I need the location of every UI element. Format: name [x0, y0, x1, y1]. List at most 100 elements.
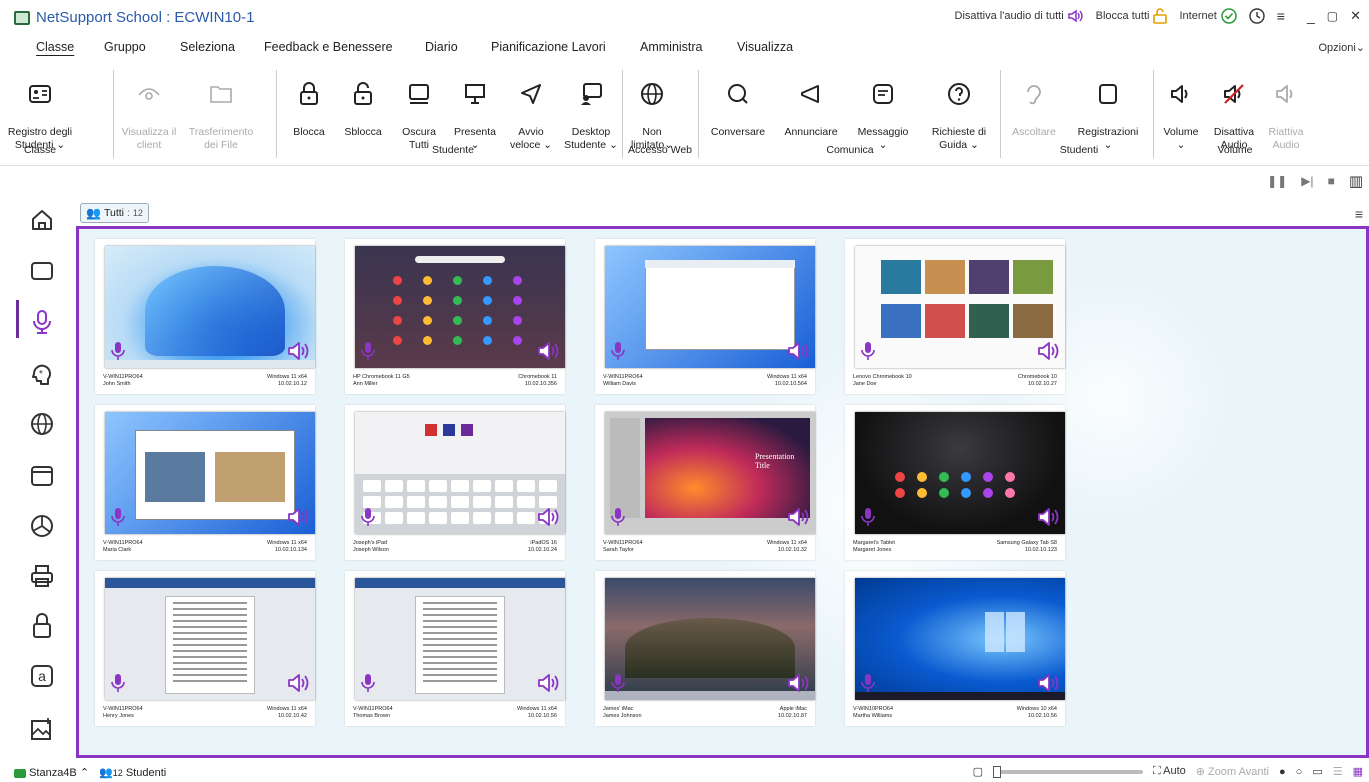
- menu-gruppo[interactable]: Gruppo: [104, 40, 146, 54]
- speaker-icon[interactable]: [537, 341, 561, 366]
- auto-zoom[interactable]: ⛶ Auto: [1153, 765, 1186, 778]
- list-view-icon[interactable]: ☰: [1333, 765, 1343, 778]
- client-tile[interactable]: Lenovo Chromebook 10 Jane Doe Chromebook 1…: [845, 239, 1065, 394]
- minimize-button[interactable]: _: [1307, 8, 1315, 24]
- mute-all-button[interactable]: Disattiva l'audio di tutti: [955, 9, 1084, 23]
- brain-icon[interactable]: *: [28, 360, 56, 388]
- microphone-icon[interactable]: [361, 507, 375, 532]
- announce-button[interactable]: Annunciare: [778, 68, 844, 139]
- menu-icon[interactable]: ≡: [1277, 8, 1285, 24]
- close-button[interactable]: ✕: [1350, 8, 1361, 24]
- lock-button[interactable]: Blocca: [288, 68, 330, 139]
- user-icon[interactable]: ●: [1279, 766, 1286, 778]
- speaker-icon[interactable]: [1037, 341, 1061, 366]
- speaker-icon[interactable]: [787, 673, 811, 698]
- skip-icon[interactable]: ▶|: [1301, 174, 1313, 188]
- microphone-icon[interactable]: [861, 507, 875, 532]
- microphone-icon[interactable]: [361, 673, 375, 698]
- listen-button[interactable]: Ascoltare: [1006, 68, 1062, 139]
- client-tile[interactable]: V-WIN11PRO64 Henry Jones Windows 11 x64 10.…: [95, 571, 315, 726]
- web-unlimited-button[interactable]: Non limitato⌄: [626, 68, 678, 152]
- microphone-icon[interactable]: [611, 341, 625, 366]
- client-screen-thumbnail[interactable]: [855, 412, 1065, 534]
- client-screen-thumbnail[interactable]: [855, 246, 1065, 368]
- zoom-out-icon[interactable]: ▢: [973, 765, 983, 778]
- unlock-button[interactable]: Sblocca: [340, 68, 386, 139]
- menu-visualizza[interactable]: Visualizza: [737, 40, 793, 54]
- unmute-audio-button[interactable]: Riattiva Audio: [1262, 68, 1310, 152]
- speaker-icon[interactable]: [537, 673, 561, 698]
- internet-status[interactable]: Internet: [1179, 8, 1237, 24]
- microphone-icon[interactable]: [111, 507, 125, 532]
- at-sign-icon[interactable]: a: [28, 662, 56, 690]
- microphone-icon[interactable]: [111, 673, 125, 698]
- client-tile[interactable]: Margaret's Tablet Margaret Jones Samsung G…: [845, 405, 1065, 560]
- room-indicator[interactable]: Stanza4B ⌃: [14, 766, 89, 779]
- globe-icon[interactable]: [28, 410, 56, 438]
- speaker-icon[interactable]: [787, 341, 811, 366]
- client-screen-thumbnail[interactable]: [355, 578, 565, 700]
- quick-launch-button[interactable]: Avvio veloce ⌄: [505, 68, 557, 152]
- client-screen-thumbnail[interactable]: [355, 412, 565, 534]
- client-tile[interactable]: V-WIN11PRO64 William Davis Windows 11 x64 1…: [595, 239, 815, 394]
- speaker-icon[interactable]: [1037, 673, 1061, 698]
- screen-view-icon[interactable]: [28, 257, 56, 285]
- client-screen-thumbnail[interactable]: [105, 246, 315, 368]
- microphone-icon[interactable]: [861, 673, 875, 698]
- menu-classe[interactable]: Classe: [36, 40, 74, 54]
- speaker-icon[interactable]: [787, 507, 811, 532]
- user-outline-icon[interactable]: ○: [1296, 766, 1303, 778]
- map-icon[interactable]: ▥: [1349, 172, 1363, 190]
- device-lock-icon[interactable]: [28, 612, 56, 640]
- help-requests-button[interactable]: Richieste di Guida ⌄: [924, 68, 994, 152]
- microphone-icon[interactable]: [361, 341, 375, 366]
- microphone-icon[interactable]: [111, 341, 125, 366]
- group-tab-all[interactable]: 👥 Tutti : 12: [80, 203, 149, 223]
- maximize-button[interactable]: ▢: [1327, 9, 1338, 23]
- home-icon[interactable]: [28, 206, 56, 234]
- menu-pianificazione[interactable]: Pianificazione Lavori: [491, 40, 606, 54]
- show-button[interactable]: Presenta ⌄: [450, 68, 500, 152]
- speaker-icon[interactable]: [287, 341, 311, 366]
- zoom-in-button[interactable]: ⊕ Zoom Avanti: [1196, 765, 1269, 778]
- recordings-button[interactable]: Registrazioni ⌄: [1068, 68, 1148, 152]
- menu-seleziona[interactable]: Seleziona: [180, 40, 235, 54]
- speaker-icon[interactable]: [287, 507, 311, 532]
- zoom-slider-knob[interactable]: [992, 765, 1001, 778]
- microphone-icon[interactable]: [28, 308, 56, 336]
- client-screen-thumbnail[interactable]: [605, 578, 815, 700]
- client-screen-thumbnail[interactable]: [605, 246, 815, 368]
- client-screen-thumbnail[interactable]: [105, 412, 315, 534]
- student-register-button[interactable]: Registro degli Studenti ⌄: [4, 68, 76, 152]
- message-button[interactable]: Messaggio ⌄: [850, 68, 916, 152]
- clock-icon[interactable]: [1249, 8, 1265, 24]
- speaker-icon[interactable]: [287, 673, 311, 698]
- lock-all-button[interactable]: Blocca tutti: [1096, 8, 1168, 24]
- client-screen-thumbnail[interactable]: [105, 578, 315, 700]
- image-gallery-icon[interactable]: [28, 715, 56, 743]
- client-tile[interactable]: HP Chromebook 11 G5 Ann Miller Chromebook …: [345, 239, 565, 394]
- client-tile[interactable]: V-WIN10PRO64 Martha Williams Windows 10 x6…: [845, 571, 1065, 726]
- client-tile[interactable]: V-WIN11PRO64 John Smith Windows 11 x64 10.0…: [95, 239, 315, 394]
- student-desktop-button[interactable]: Desktop Studente ⌄: [560, 68, 622, 152]
- file-transfer-button[interactable]: Trasferimento dei File: [185, 68, 257, 152]
- monitor-icon[interactable]: ▭: [1312, 765, 1322, 778]
- client-screen-thumbnail[interactable]: [855, 578, 1065, 700]
- grid-view-icon[interactable]: ▦: [1353, 765, 1363, 778]
- client-tile[interactable]: V-WIN11PRO64 Maria Clark Windows 11 x64 10.…: [95, 405, 315, 560]
- blank-all-button[interactable]: Oscura Tutti: [396, 68, 442, 152]
- client-screen-thumbnail[interactable]: [355, 246, 565, 368]
- printer-icon[interactable]: [28, 562, 56, 590]
- speaker-icon[interactable]: [1037, 507, 1061, 532]
- application-window-icon[interactable]: [28, 462, 56, 490]
- client-tile[interactable]: V-WIN11PRO64 Thomas Brown Windows 11 x64 10…: [345, 571, 565, 726]
- menu-diario[interactable]: Diario: [425, 40, 458, 54]
- microphone-icon[interactable]: [611, 673, 625, 698]
- view-client-button[interactable]: Visualizza il client: [120, 68, 178, 152]
- speaker-icon[interactable]: [537, 507, 561, 532]
- client-tile[interactable]: James' iMac James Johnson Apple iMac 10.02.…: [595, 571, 815, 726]
- pie-chart-icon[interactable]: [28, 512, 56, 540]
- client-tile[interactable]: Joseph's iPad Joseph Wilson iPadOS 16 10.02…: [345, 405, 565, 560]
- stop-icon[interactable]: ■: [1328, 174, 1335, 188]
- options-menu[interactable]: Opzioni⌄: [1318, 41, 1365, 54]
